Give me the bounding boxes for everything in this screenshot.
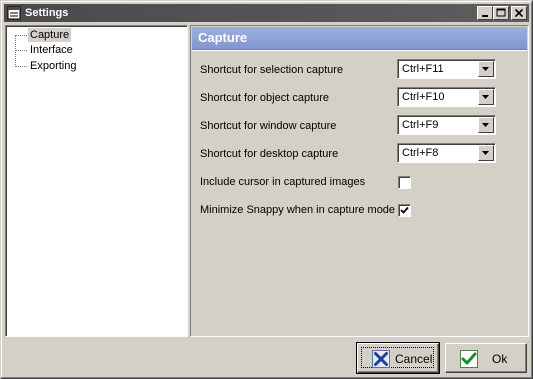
cancel-label: Cancel xyxy=(395,352,433,366)
capture-settings-panel: Capture Shortcut for selection capture C… xyxy=(190,25,529,337)
minimize-snappy-checkbox[interactable] xyxy=(398,204,411,217)
tree-branch xyxy=(15,66,27,67)
dropdown-button[interactable] xyxy=(478,61,494,77)
window-title: Settings xyxy=(25,7,69,19)
maximize-icon xyxy=(496,8,506,17)
window-shortcut-select[interactable]: Ctrl+F9 xyxy=(397,115,496,135)
dropdown-button[interactable] xyxy=(478,89,494,105)
desktop-shortcut-select[interactable]: Ctrl+F8 xyxy=(397,143,496,163)
settings-tree[interactable]: Capture Interface Exporting xyxy=(5,25,188,337)
tree-branch xyxy=(15,50,27,51)
chevron-down-icon xyxy=(482,95,489,99)
tree-connector xyxy=(15,35,16,67)
panel-title: Capture xyxy=(198,30,248,45)
dropdown-button[interactable] xyxy=(478,145,494,161)
include-cursor-label: Include cursor in captured images xyxy=(200,176,366,188)
selection-shortcut-value: Ctrl+F11 xyxy=(402,63,444,75)
tree-item-label: Exporting xyxy=(30,60,77,72)
minimize-button[interactable] xyxy=(477,6,493,20)
minimize-snappy-label: Minimize Snappy when in capture mode xyxy=(200,204,396,216)
x-icon xyxy=(372,350,390,368)
tree-item-label: Interface xyxy=(30,44,73,56)
panel-header: Capture xyxy=(192,27,527,49)
title-bar[interactable]: Settings xyxy=(4,4,529,22)
ok-button[interactable]: Ok xyxy=(445,343,527,373)
minimize-icon xyxy=(482,15,488,17)
ok-label: Ok xyxy=(492,352,508,366)
desktop-shortcut-label: Shortcut for desktop capture xyxy=(200,148,339,160)
chevron-down-icon xyxy=(482,67,489,71)
object-shortcut-select[interactable]: Ctrl+F10 xyxy=(397,87,496,107)
selection-shortcut-select[interactable]: Ctrl+F11 xyxy=(397,59,496,79)
selection-shortcut-label: Shortcut for selection capture xyxy=(200,64,344,76)
close-icon xyxy=(514,8,524,18)
object-shortcut-label: Shortcut for object capture xyxy=(200,92,330,104)
window-shortcut-value: Ctrl+F9 xyxy=(402,119,439,131)
desktop-shortcut-value: Ctrl+F8 xyxy=(402,147,439,159)
close-button[interactable] xyxy=(511,6,527,20)
maximize-button[interactable] xyxy=(493,6,509,20)
object-shortcut-value: Ctrl+F10 xyxy=(402,91,445,103)
chevron-down-icon xyxy=(482,151,489,155)
settings-window: Settings Capture Interface Exporting Cap… xyxy=(0,0,533,379)
window-icon xyxy=(7,6,21,20)
chevron-down-icon xyxy=(482,123,489,127)
dropdown-button[interactable] xyxy=(478,117,494,133)
tree-item-label: Capture xyxy=(28,28,72,42)
window-shortcut-label: Shortcut for window capture xyxy=(200,120,337,132)
cancel-button[interactable]: Cancel xyxy=(356,342,440,374)
panel-divider xyxy=(192,49,527,51)
tree-branch xyxy=(15,35,27,36)
checkmark-icon xyxy=(460,350,478,368)
checkmark-icon xyxy=(400,206,409,214)
include-cursor-checkbox[interactable] xyxy=(398,176,411,189)
